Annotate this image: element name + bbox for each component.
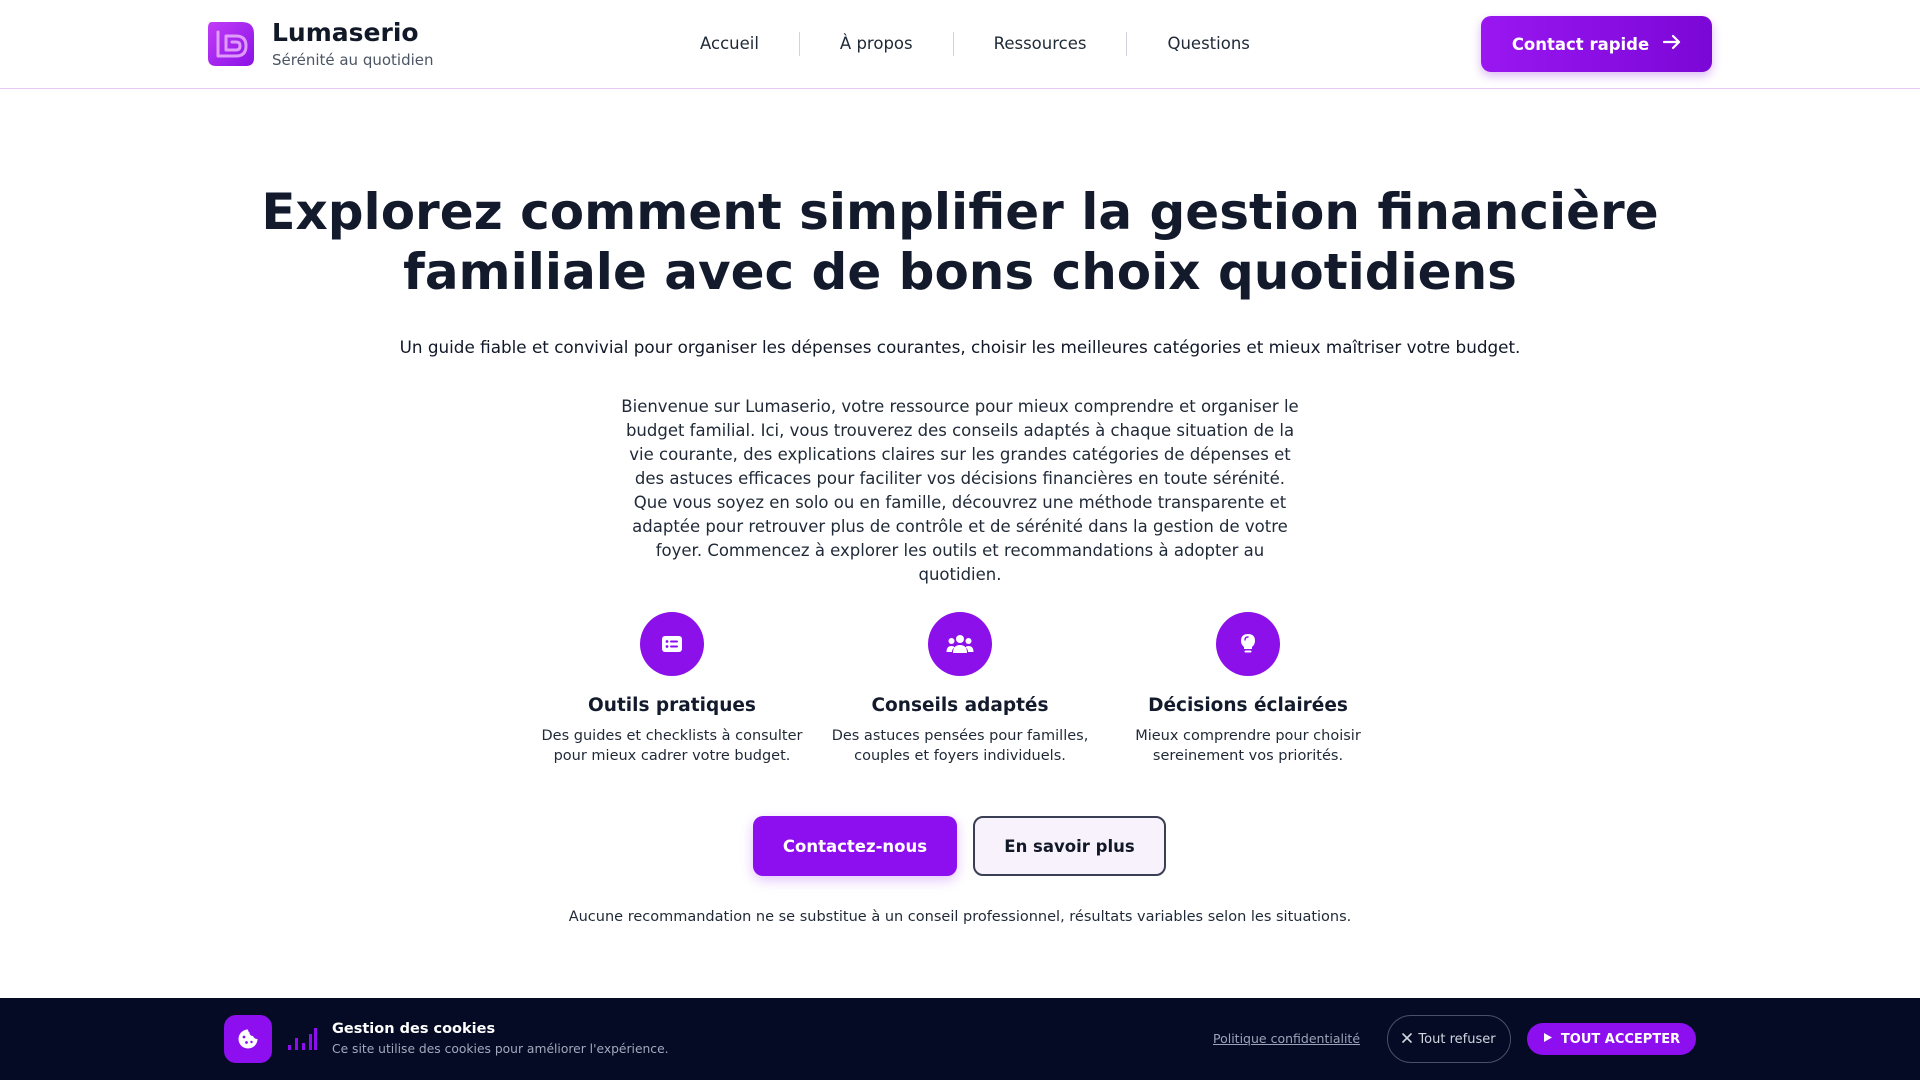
nav-item-accueil[interactable]: Accueil <box>660 32 799 56</box>
refuse-all-label: Tout refuser <box>1418 1031 1496 1047</box>
en-savoir-plus-button[interactable]: En savoir plus <box>973 816 1166 876</box>
page-title: Explorez comment simplifier la gestion f… <box>210 182 1710 302</box>
site-header: Lumaserio Sérénité au quotidien Accueil … <box>0 0 1920 89</box>
contactez-nous-button[interactable]: Contactez-nous <box>753 816 957 876</box>
play-icon <box>1543 1032 1553 1047</box>
cookie-banner: Gestion des cookies Ce site utilise des … <box>0 998 1920 1080</box>
feature-description: Des guides et checklists à consulter pou… <box>541 728 803 764</box>
brand-tagline: Sérénité au quotidien <box>272 51 434 69</box>
hero-subtitle: Un guide fiable et convivial pour organi… <box>399 337 1521 357</box>
feature-description: Mieux comprendre pour choisir sereinemen… <box>1135 728 1361 764</box>
nav-item-questions[interactable]: Questions <box>1126 32 1289 56</box>
cookie-icon <box>224 1015 272 1063</box>
privacy-policy-link[interactable]: Politique confidentialité <box>1213 1031 1360 1046</box>
close-icon <box>1402 1032 1413 1047</box>
accept-all-label: TOUT ACCEPTER <box>1560 1031 1681 1047</box>
people-group-icon <box>928 612 992 676</box>
feature-title: Conseils adaptés <box>871 695 1049 716</box>
nav-item-a-propos[interactable]: À propos <box>798 32 953 56</box>
main-nav: Accueil À propos Ressources Questions <box>660 30 1290 58</box>
contact-rapide-label: Contact rapide <box>1511 34 1650 54</box>
disclaimer-text: Aucune recommandation ne se substitue à … <box>568 909 1352 925</box>
checklist-card-icon <box>640 612 704 676</box>
feature-title: Décisions éclairées <box>1148 695 1348 716</box>
lumaserio-logo-icon[interactable] <box>206 20 256 68</box>
feature-decisions-eclairees: Décisions éclairées Mieux comprendre pou… <box>1113 612 1383 766</box>
hero-intro-paragraph: Bienvenue sur Lumaserio, votre ressource… <box>621 397 1299 584</box>
brand-name[interactable]: Lumaserio <box>272 18 419 47</box>
feature-outils-pratiques: Outils pratiques Des guides et checklist… <box>537 612 807 766</box>
cookie-title: Gestion des cookies <box>332 1021 496 1037</box>
refuse-all-button[interactable]: Tout refuser <box>1387 1015 1511 1063</box>
arrow-right-icon <box>1663 34 1681 54</box>
feature-title: Outils pratiques <box>588 695 756 716</box>
bar-chart-icon <box>287 1025 317 1051</box>
cookie-description: Ce site utilise des cookies pour amélior… <box>332 1042 669 1056</box>
feature-description: Des astuces pensées pour familles, coupl… <box>831 728 1089 764</box>
lightbulb-icon <box>1216 612 1280 676</box>
page-title-line-2: familiale avec de bons choix quotidiens <box>403 243 1517 301</box>
contact-rapide-button[interactable]: Contact rapide <box>1481 16 1712 72</box>
accept-all-button[interactable]: TOUT ACCEPTER <box>1527 1023 1696 1055</box>
feature-conseils-adaptes: Conseils adaptés Des astuces pensées pou… <box>825 612 1095 766</box>
nav-item-ressources[interactable]: Ressources <box>952 32 1127 56</box>
page-title-line-1: Explorez comment simplifier la gestion f… <box>261 183 1659 241</box>
